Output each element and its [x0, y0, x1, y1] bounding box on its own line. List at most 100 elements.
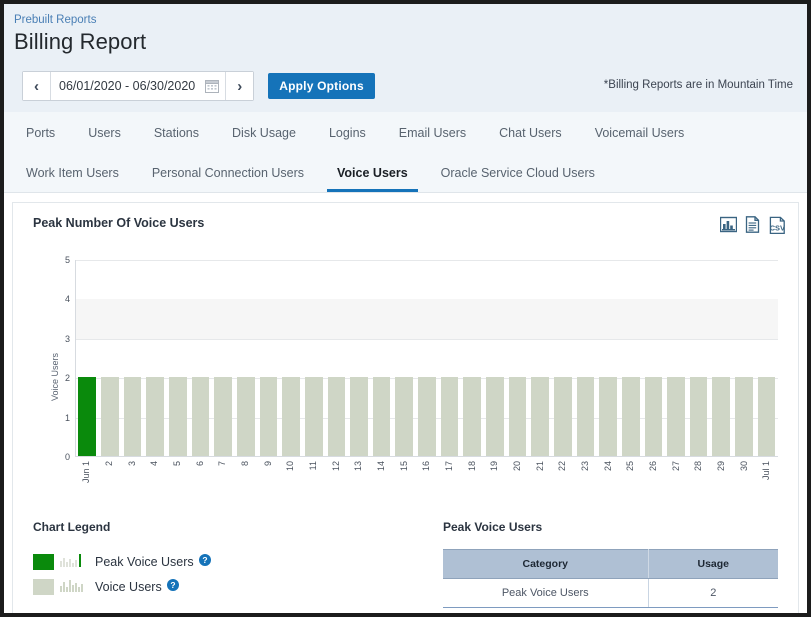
bar-slot[interactable]	[167, 260, 190, 456]
x-axis-tick: 30	[738, 461, 749, 472]
help-icon-voice[interactable]: ?	[166, 578, 179, 596]
tab-stations[interactable]: Stations	[154, 126, 218, 152]
bar[interactable]	[327, 377, 346, 456]
legend-item-voice-users[interactable]: Voice Users ?	[33, 574, 433, 599]
bar[interactable]	[735, 377, 753, 456]
bar[interactable]	[599, 377, 617, 456]
bar-slot[interactable]	[529, 260, 552, 456]
bar[interactable]	[508, 377, 527, 456]
bar[interactable]	[372, 377, 391, 456]
tab-voice-users[interactable]: Voice Users	[327, 166, 427, 192]
tab-chat-users[interactable]: Chat Users	[499, 126, 581, 152]
page-header: Prebuilt Reports Billing Report	[4, 4, 807, 60]
bar-slot[interactable]	[733, 260, 756, 456]
legend-item-peak-voice-users[interactable]: Peak Voice Users ?	[33, 549, 433, 574]
tab-disk-usage[interactable]: Disk Usage	[232, 126, 315, 152]
tab-work-item-users[interactable]: Work Item Users	[26, 166, 138, 192]
bar-slot[interactable]	[755, 260, 778, 456]
bar-slot[interactable]	[234, 260, 257, 456]
next-period-button[interactable]: ›	[225, 72, 254, 100]
bar[interactable]	[486, 377, 504, 456]
bar-slot[interactable]	[257, 260, 280, 456]
y-axis-tick: 4	[64, 294, 70, 305]
calendar-icon[interactable]	[205, 79, 220, 93]
bar-slot[interactable]	[438, 260, 461, 456]
bar-slot[interactable]	[461, 260, 484, 456]
bar[interactable]	[259, 377, 278, 456]
bar-slot[interactable]	[280, 260, 303, 456]
tab-ports[interactable]: Ports	[26, 126, 74, 152]
bar[interactable]	[531, 377, 549, 456]
tab-voicemail-users[interactable]: Voicemail Users	[595, 126, 704, 152]
bar[interactable]	[282, 377, 300, 456]
bar[interactable]	[78, 377, 97, 456]
svg-text:CSV: CSV	[770, 224, 785, 233]
csv-export-icon[interactable]: CSV	[768, 216, 788, 240]
bar-slot[interactable]	[212, 260, 235, 456]
report-page: Prebuilt Reports Billing Report ‹ 06/01/…	[4, 4, 807, 613]
bar-slot[interactable]	[348, 260, 371, 456]
sparkline-peak-icon	[59, 552, 85, 572]
bar-slot[interactable]	[144, 260, 167, 456]
date-range-field[interactable]: 06/01/2020 - 06/30/2020	[51, 72, 226, 100]
report-document-icon[interactable]	[744, 216, 761, 238]
bar[interactable]	[169, 377, 187, 456]
bar-slot[interactable]	[416, 260, 439, 456]
tab-personal-connection-users[interactable]: Personal Connection Users	[152, 166, 323, 192]
bar[interactable]	[350, 377, 368, 456]
bar-slot[interactable]	[370, 260, 393, 456]
bar[interactable]	[418, 377, 436, 456]
bar-slot[interactable]	[506, 260, 529, 456]
column-header-usage[interactable]: Usage	[648, 549, 778, 579]
bar[interactable]	[621, 377, 640, 456]
bar[interactable]	[712, 377, 731, 456]
bar[interactable]	[304, 377, 323, 456]
bar[interactable]	[689, 377, 708, 456]
bar-chart-icon[interactable]	[719, 216, 738, 238]
x-axis-tick: 28	[693, 461, 704, 472]
bar[interactable]	[757, 377, 776, 456]
bar[interactable]	[576, 377, 595, 456]
bar[interactable]	[191, 377, 210, 456]
bar-slot[interactable]	[710, 260, 733, 456]
bar-slot[interactable]	[665, 260, 688, 456]
bar-slot[interactable]	[597, 260, 620, 456]
bar[interactable]	[463, 377, 482, 456]
bar[interactable]	[440, 377, 459, 456]
bar-slot[interactable]	[642, 260, 665, 456]
bar[interactable]	[123, 377, 142, 456]
x-axis-tick: 29	[716, 461, 727, 472]
breadcrumb[interactable]: Prebuilt Reports	[4, 10, 807, 27]
bar-slot[interactable]	[325, 260, 348, 456]
sparkline-voice-icon	[59, 577, 85, 597]
tab-email-users[interactable]: Email Users	[399, 126, 485, 152]
bar[interactable]	[395, 377, 414, 456]
previous-period-button[interactable]: ‹	[23, 72, 51, 100]
column-header-category[interactable]: Category	[443, 549, 649, 579]
tab-logins[interactable]: Logins	[329, 126, 385, 152]
bar-slot[interactable]	[551, 260, 574, 456]
bar-slot[interactable]	[393, 260, 416, 456]
bar-slot[interactable]	[99, 260, 122, 456]
bar-slot[interactable]	[121, 260, 144, 456]
bar[interactable]	[236, 377, 255, 456]
bar-slot[interactable]	[687, 260, 710, 456]
x-axis-tick: 2	[104, 461, 114, 467]
bar-slot[interactable]	[619, 260, 642, 456]
bar-slot[interactable]	[76, 260, 99, 456]
bar-slot[interactable]	[574, 260, 597, 456]
bar[interactable]	[101, 377, 119, 456]
date-range-picker[interactable]: ‹ 06/01/2020 - 06/30/2020 ›	[22, 71, 255, 101]
help-icon-peak[interactable]: ?	[198, 553, 211, 571]
tab-oracle-service-cloud-users[interactable]: Oracle Service Cloud Users	[441, 166, 614, 192]
tab-users[interactable]: Users	[88, 126, 140, 152]
bar[interactable]	[644, 377, 663, 456]
bar[interactable]	[214, 377, 232, 456]
bar-slot[interactable]	[302, 260, 325, 456]
bar[interactable]	[146, 377, 165, 456]
bar-slot[interactable]	[189, 260, 212, 456]
bar[interactable]	[667, 377, 685, 456]
apply-options-button[interactable]: Apply Options	[268, 73, 375, 99]
bar[interactable]	[553, 377, 572, 456]
bar-slot[interactable]	[484, 260, 507, 456]
